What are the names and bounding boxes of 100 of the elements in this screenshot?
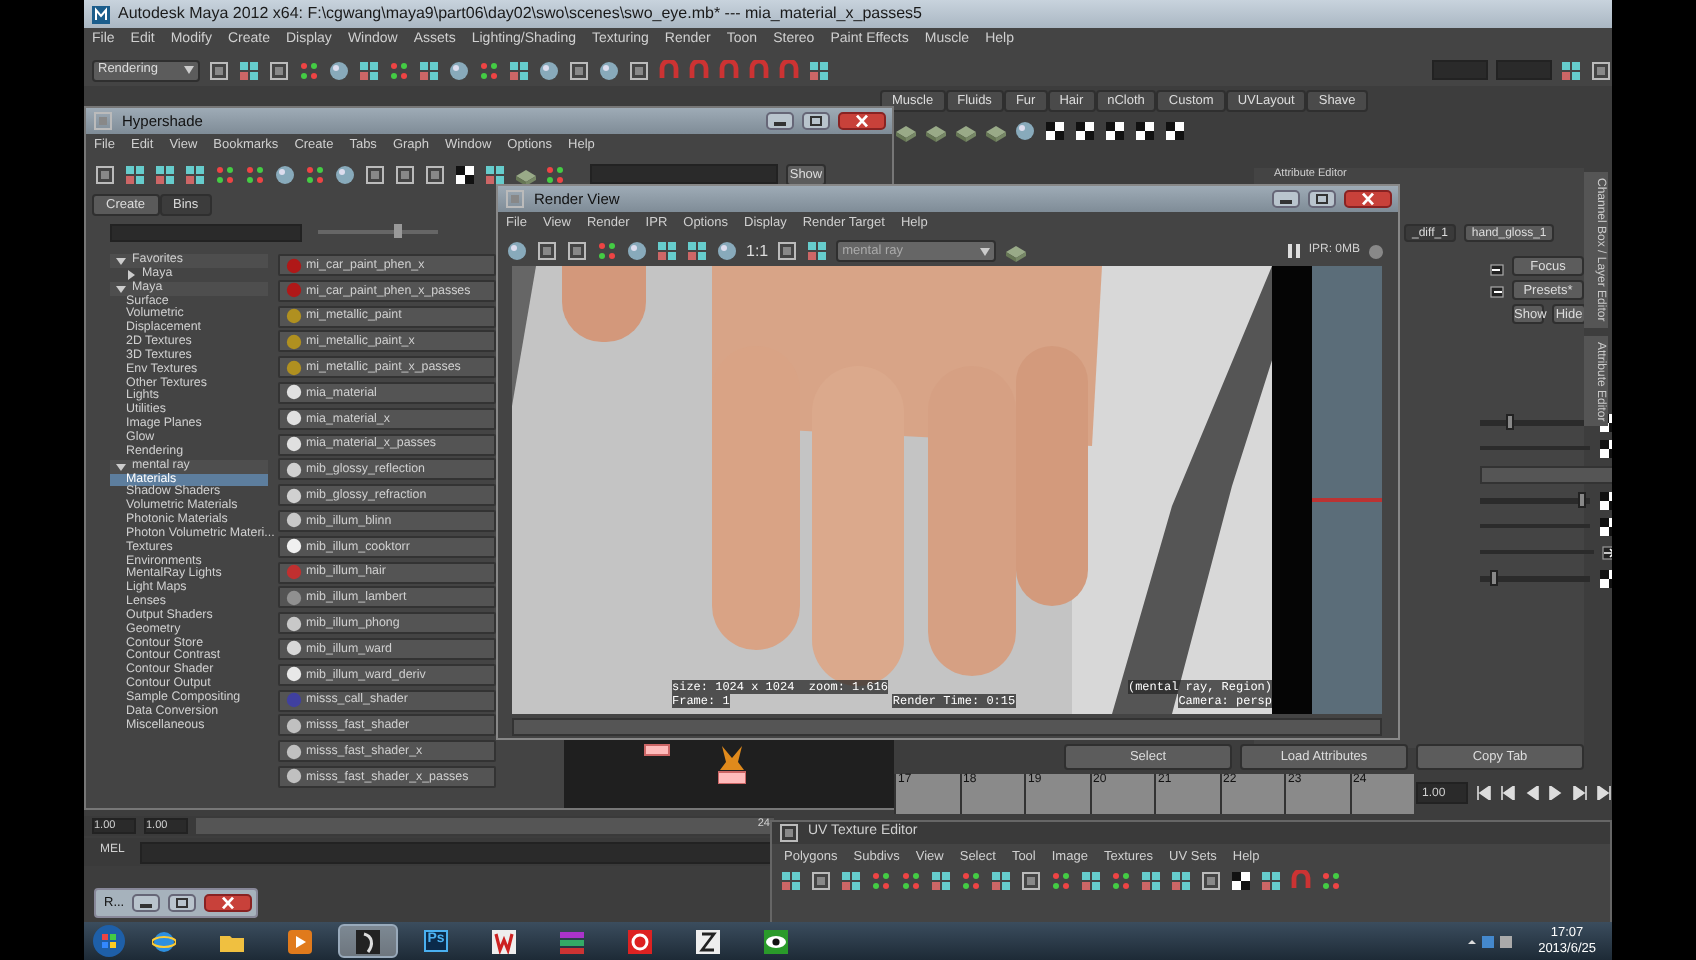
taskbar-button[interactable] xyxy=(338,924,398,958)
filter-field[interactable] xyxy=(110,223,302,241)
dots-icon[interactable] xyxy=(960,870,982,892)
zoom-thumb[interactable] xyxy=(394,224,402,238)
grid-icon[interactable] xyxy=(808,59,830,81)
grid-icon[interactable] xyxy=(418,59,440,81)
frame-icon[interactable] xyxy=(810,870,832,892)
grid-icon[interactable] xyxy=(508,59,530,81)
maximize-button[interactable] xyxy=(1308,190,1336,208)
play-icon[interactable] xyxy=(1548,785,1564,799)
frame-icon[interactable] xyxy=(424,163,446,185)
frame-icon[interactable] xyxy=(776,240,799,262)
frame-icon[interactable] xyxy=(536,240,558,262)
maximize-button[interactable] xyxy=(802,112,830,130)
dots-icon[interactable] xyxy=(214,163,236,185)
sphere-icon[interactable] xyxy=(538,59,560,81)
grid-icon[interactable] xyxy=(806,240,829,262)
step-forward-icon[interactable] xyxy=(1572,785,1588,799)
sphere-icon[interactable] xyxy=(334,163,356,185)
node-icon xyxy=(718,744,746,784)
grid-icon[interactable] xyxy=(1080,870,1102,892)
frame-icon[interactable] xyxy=(1200,870,1222,892)
frame-icon[interactable] xyxy=(364,163,386,185)
sphere-icon[interactable] xyxy=(328,59,350,81)
grid-icon[interactable] xyxy=(930,870,952,892)
maximize-button[interactable] xyxy=(168,894,197,912)
command-field[interactable] xyxy=(140,841,774,863)
grid-icon[interactable] xyxy=(1170,870,1192,892)
dots-icon[interactable] xyxy=(596,240,618,262)
frame-icon[interactable] xyxy=(566,240,588,262)
frame-icon[interactable] xyxy=(208,59,230,81)
block-icon[interactable] xyxy=(1004,240,1027,262)
dots-icon[interactable] xyxy=(1050,870,1072,892)
input-field[interactable] xyxy=(1496,60,1552,80)
app-icon xyxy=(696,929,720,953)
dots-icon[interactable] xyxy=(244,163,266,185)
scrollbar[interactable] xyxy=(512,718,1382,736)
checker-icon[interactable] xyxy=(1074,119,1096,141)
input-field[interactable] xyxy=(1432,60,1488,80)
frame-icon[interactable] xyxy=(1020,870,1042,892)
close-button[interactable] xyxy=(1344,190,1392,208)
sphere-icon[interactable] xyxy=(274,163,296,185)
frame-icon[interactable] xyxy=(394,163,416,185)
checker-icon[interactable] xyxy=(1164,119,1186,141)
grid-icon[interactable] xyxy=(1560,59,1582,81)
tray-icons xyxy=(1466,933,1515,949)
slider-thumb[interactable] xyxy=(1577,491,1586,507)
minimize-button[interactable] xyxy=(1272,190,1300,208)
frame-icon[interactable] xyxy=(268,59,290,81)
grid-icon[interactable] xyxy=(990,870,1012,892)
grid-icon[interactable] xyxy=(1140,870,1162,892)
checker-icon[interactable] xyxy=(1230,870,1252,892)
dots-icon[interactable] xyxy=(544,163,566,185)
dots-icon[interactable] xyxy=(298,59,320,81)
sphere-icon[interactable] xyxy=(448,59,470,81)
frame-icon[interactable] xyxy=(568,59,590,81)
frame-icon[interactable] xyxy=(94,163,116,185)
grid-icon[interactable] xyxy=(780,870,802,892)
grid-icon[interactable] xyxy=(1260,870,1282,892)
dots-icon[interactable] xyxy=(388,59,410,81)
sphere-icon[interactable] xyxy=(598,59,620,81)
grid-icon[interactable] xyxy=(124,163,146,185)
checker-icon[interactable] xyxy=(1104,119,1126,141)
slider-thumb[interactable] xyxy=(1489,569,1498,585)
play-back-icon[interactable] xyxy=(1524,785,1540,799)
dots-icon[interactable] xyxy=(870,870,892,892)
grid-icon[interactable] xyxy=(358,59,380,81)
dots-icon[interactable] xyxy=(304,163,326,185)
frame-icon[interactable] xyxy=(1590,59,1612,81)
checker-icon[interactable] xyxy=(1134,119,1156,141)
sphere-icon[interactable] xyxy=(1014,119,1036,141)
step-back-icon[interactable] xyxy=(1500,785,1516,799)
minimize-button[interactable] xyxy=(132,894,161,912)
slider-thumb[interactable] xyxy=(1505,413,1514,429)
checker-icon[interactable] xyxy=(1044,119,1066,141)
grid-icon[interactable] xyxy=(840,870,862,892)
search-field[interactable] xyxy=(590,164,778,184)
frame-icon[interactable] xyxy=(628,59,650,81)
dots-icon[interactable] xyxy=(900,870,922,892)
dots-icon[interactable] xyxy=(1110,870,1132,892)
dots-icon[interactable] xyxy=(1320,870,1342,892)
sphere-icon[interactable] xyxy=(506,240,528,262)
actual-size-button[interactable]: 1:1 xyxy=(746,241,769,261)
dots-icon[interactable] xyxy=(478,59,500,81)
grid-icon[interactable] xyxy=(154,163,176,185)
checker-icon[interactable] xyxy=(454,163,476,185)
pause-icon[interactable] xyxy=(1288,244,1301,258)
start-button[interactable] xyxy=(92,924,126,958)
close-button[interactable] xyxy=(204,894,253,912)
grid-icon[interactable] xyxy=(238,59,260,81)
grid-icon[interactable] xyxy=(686,240,708,262)
close-button[interactable] xyxy=(838,112,886,130)
sphere-icon[interactable] xyxy=(716,240,738,262)
skip-start-icon[interactable] xyxy=(1476,785,1492,799)
grid-icon[interactable] xyxy=(656,240,678,262)
sphere-icon[interactable] xyxy=(626,240,648,262)
skip-end-icon[interactable] xyxy=(1596,785,1612,799)
minimize-button[interactable] xyxy=(766,112,794,130)
grid-icon[interactable] xyxy=(184,163,206,185)
grid-icon[interactable] xyxy=(484,163,506,185)
